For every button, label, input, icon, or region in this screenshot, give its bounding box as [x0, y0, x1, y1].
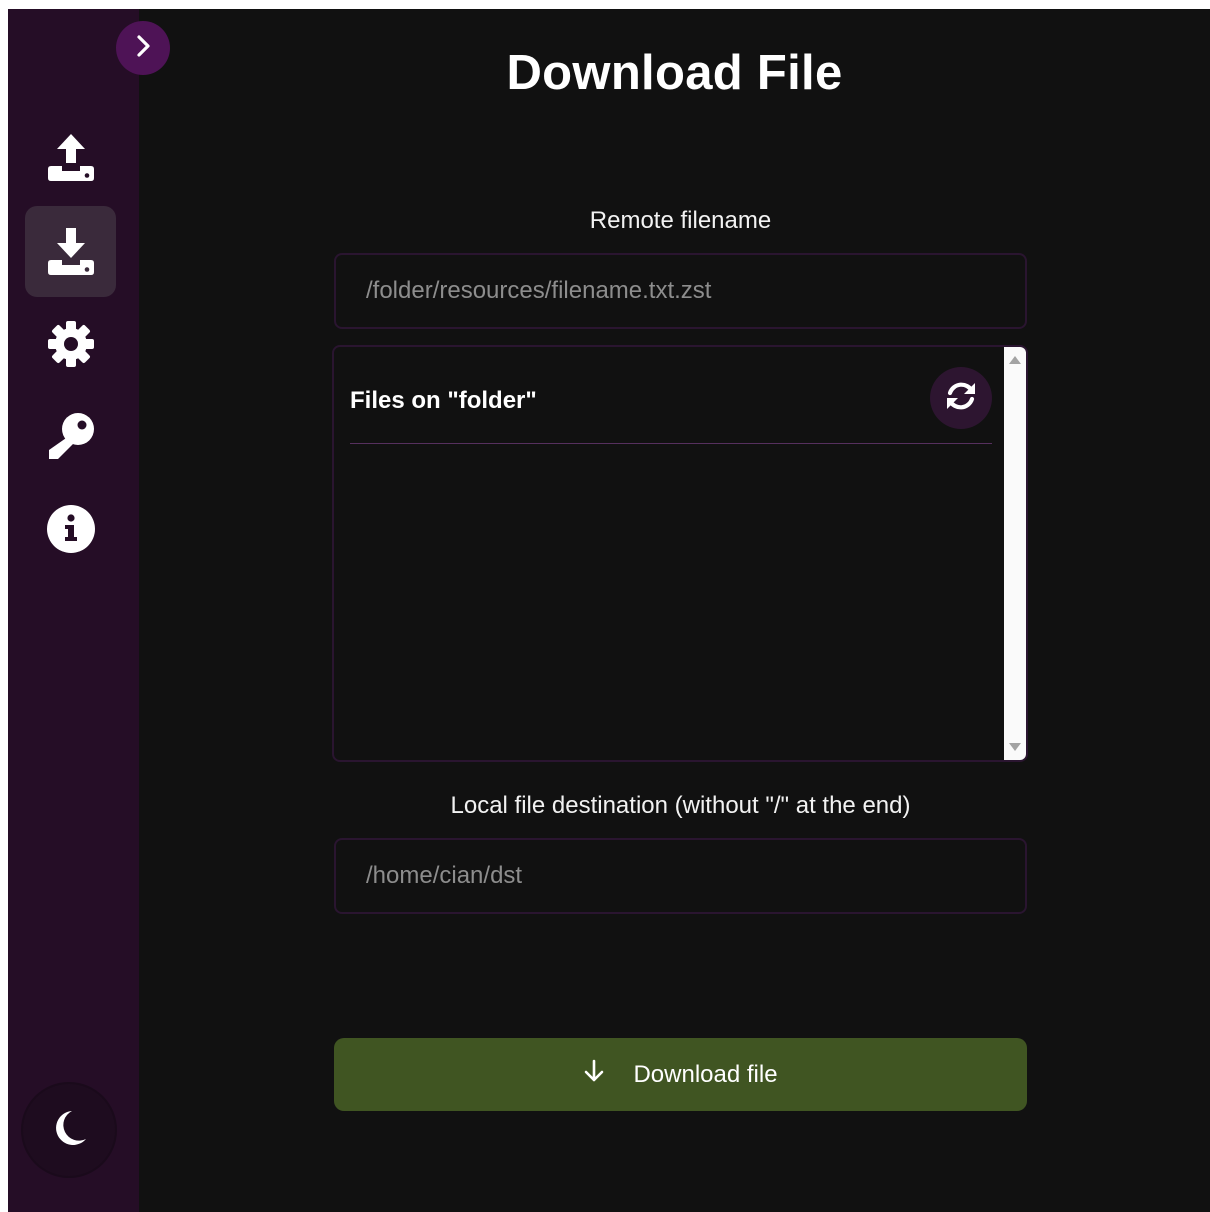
files-panel: Files on "folder" [332, 345, 1028, 762]
info-icon [46, 504, 96, 554]
scroll-up-arrow[interactable] [1004, 349, 1026, 371]
remote-filename-input[interactable] [334, 253, 1027, 329]
gear-icon [46, 319, 96, 369]
key-icon [45, 410, 97, 462]
sidebar [8, 9, 139, 1212]
download-file-button[interactable]: Download file [334, 1038, 1027, 1111]
theme-toggle-button[interactable] [23, 1084, 115, 1176]
sidebar-item-download[interactable] [25, 206, 116, 297]
files-scrollbar[interactable] [1004, 347, 1026, 760]
local-destination-label: Local file destination (without "/" at t… [450, 792, 911, 819]
files-panel-header: Files on "folder" [350, 367, 992, 444]
refresh-button[interactable] [930, 367, 992, 429]
sidebar-item-settings[interactable] [25, 298, 116, 389]
page-title: Download File [506, 46, 843, 100]
sidebar-item-upload[interactable] [25, 112, 116, 203]
app-window: Download File Remote filename Files on "… [8, 9, 1210, 1212]
download-icon [45, 226, 97, 278]
refresh-icon [943, 378, 979, 419]
upload-icon [45, 132, 97, 184]
local-destination-input[interactable] [334, 838, 1027, 914]
remote-filename-label: Remote filename [589, 207, 772, 234]
files-panel-title: Files on "folder" [350, 387, 537, 414]
sidebar-item-keys[interactable] [25, 390, 116, 481]
moon-icon [49, 1108, 89, 1153]
arrow-down-icon [583, 1059, 633, 1090]
sidebar-item-info[interactable] [25, 483, 116, 574]
scroll-down-arrow[interactable] [1004, 736, 1026, 758]
download-file-label: Download file [633, 1060, 778, 1088]
